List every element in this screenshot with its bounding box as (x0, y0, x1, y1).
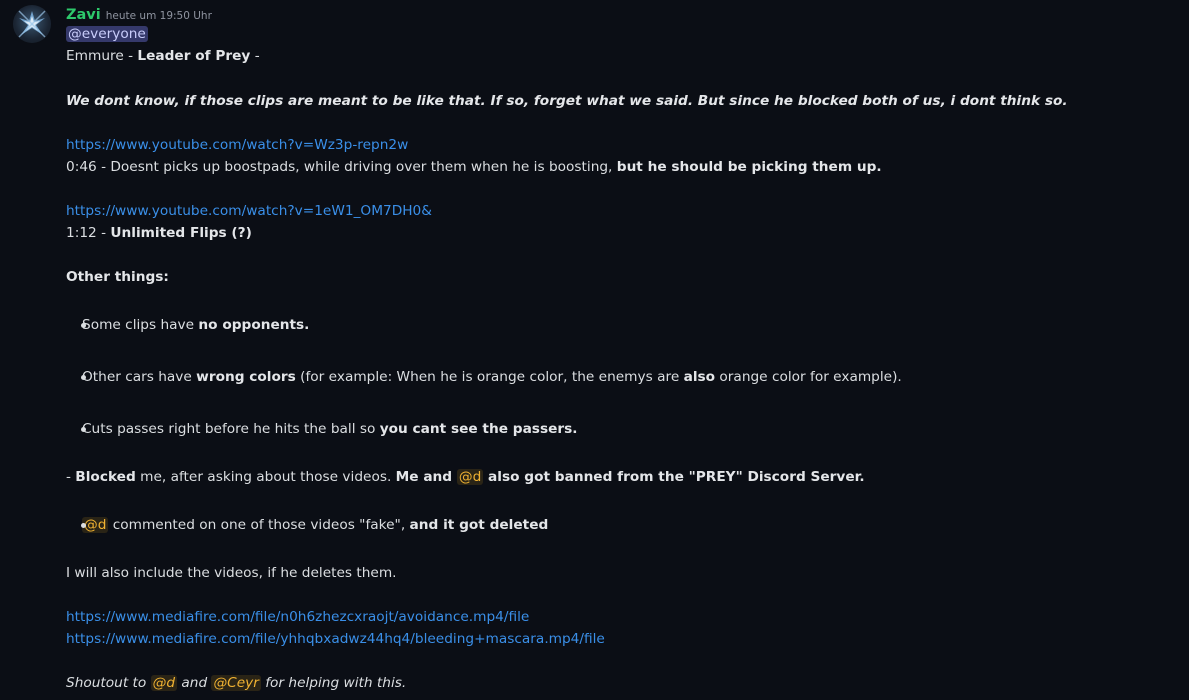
blocked-text: me, after asking about those videos. (135, 469, 396, 485)
other-heading-text: Other things: (66, 269, 169, 285)
list-item: Other cars have wrong colors (for exampl… (81, 368, 902, 386)
bullet2-rest2: orange color for example). (715, 369, 902, 385)
other-heading: Other things: (66, 268, 169, 286)
user-mention[interactable]: @d (456, 469, 484, 485)
note-line-1: 0:46 - Doesnt picks up boostpads, while … (66, 158, 882, 176)
bullet3-text: Cuts passes right before he hits the bal… (82, 421, 380, 437)
blocked-bold: Blocked (75, 469, 136, 485)
bullet-dot (81, 375, 86, 380)
intro-text: We dont know, if those clips are meant t… (66, 93, 1068, 109)
title-bold: Leader of Prey (137, 48, 251, 64)
avatar[interactable] (13, 5, 51, 43)
shoutout-suffix: for helping with this. (260, 675, 407, 691)
include-text: I will also include the videos, if he de… (66, 565, 397, 581)
bullet-dot (81, 427, 86, 432)
blocked-line: - Blocked me, after asking about those v… (66, 468, 865, 486)
list-item: @d commented on one of those videos "fak… (81, 516, 549, 534)
bullet2-text: Other cars have (82, 369, 197, 385)
user-mention[interactable]: @Ceyr (211, 675, 261, 691)
avatar-emblem-icon (18, 10, 46, 38)
deleted-text: commented on one of those videos "fake", (108, 517, 410, 533)
deleted-bold: and it got deleted (409, 517, 549, 533)
everyone-mention[interactable]: @everyone (66, 26, 148, 42)
list-item: Some clips have no opponents. (81, 316, 310, 334)
list-item: Cuts passes right before he hits the bal… (81, 420, 578, 438)
note1-text: 0:46 - Doesnt picks up boostpads, while … (66, 159, 617, 175)
include-line: I will also include the videos, if he de… (66, 564, 397, 582)
title-line: Emmure - Leader of Prey - (66, 47, 260, 65)
youtube-link-2[interactable]: https://www.youtube.com/watch?v=1eW1_OM7… (66, 203, 432, 219)
username[interactable]: Zavi (66, 7, 101, 23)
note1-bold: but he should be picking them up. (616, 159, 882, 175)
bullet1-bold: no opponents. (198, 317, 310, 333)
shoutout-line: Shoutout to @d and @Ceyr for helping wit… (66, 674, 406, 692)
shoutout-prefix: Shoutout to (66, 675, 151, 691)
link-line-1: https://www.youtube.com/watch?v=Wz3p-rep… (66, 136, 408, 154)
intro-line: We dont know, if those clips are meant t… (66, 92, 1068, 110)
youtube-link-1[interactable]: https://www.youtube.com/watch?v=Wz3p-rep… (66, 137, 408, 153)
title-suffix: - (250, 48, 260, 64)
bullet2-bold: wrong colors (196, 369, 296, 385)
message: Zavi heute um 19:50 Uhr @everyone Emmure … (0, 0, 1189, 700)
link-line-4: https://www.mediafire.com/file/yhhqbxadw… (66, 630, 605, 648)
blocked-bold2: Me and (395, 469, 457, 485)
note2-bold: Unlimited Flips (?) (110, 225, 252, 241)
mediafire-link-2[interactable]: https://www.mediafire.com/file/yhhqbxadw… (66, 631, 605, 647)
message-header: Zavi heute um 19:50 Uhr (66, 4, 212, 24)
bullet3-bold: you cant see the passers. (379, 421, 578, 437)
user-mention[interactable]: @d (150, 675, 178, 691)
link-line-2: https://www.youtube.com/watch?v=1eW1_OM7… (66, 202, 432, 220)
title-prefix: Emmure - (66, 48, 138, 64)
note-line-2: 1:12 - Unlimited Flips (?) (66, 224, 252, 242)
bullet2-bold2: also (683, 369, 716, 385)
timestamp[interactable]: heute um 19:50 Uhr (106, 10, 212, 22)
bullet-dot (81, 523, 86, 528)
everyone-line: @everyone (66, 25, 148, 43)
note2-text: 1:12 - (66, 225, 111, 241)
bullet1-text: Some clips have (82, 317, 199, 333)
bullet2-rest: (for example: When he is orange color, t… (295, 369, 684, 385)
bullet-dot (81, 323, 86, 328)
blocked-dash: - (66, 469, 76, 485)
blocked-bold3: also got banned from the "PREY" Discord … (483, 469, 865, 485)
link-line-3: https://www.mediafire.com/file/n0h6zhezc… (66, 608, 529, 626)
mediafire-link-1[interactable]: https://www.mediafire.com/file/n0h6zhezc… (66, 609, 529, 625)
shoutout-mid: and (177, 675, 212, 691)
